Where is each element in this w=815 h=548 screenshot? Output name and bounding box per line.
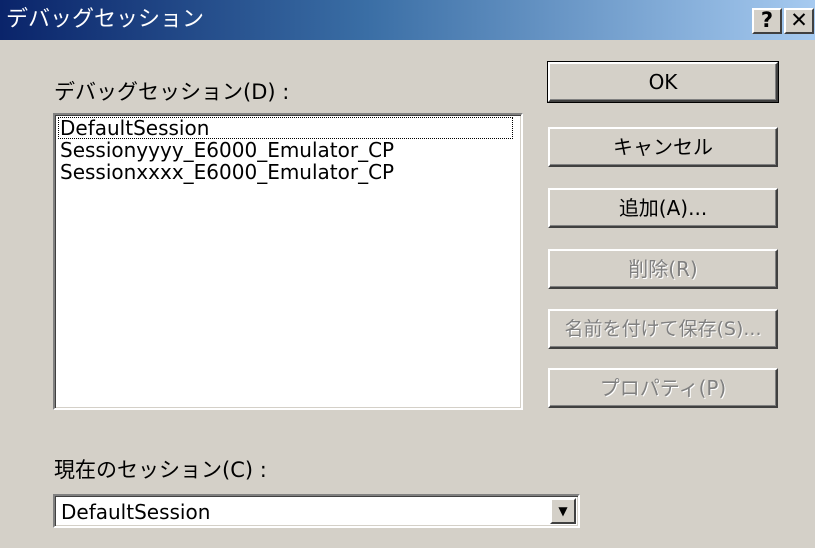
current-session-label: 現在のセッション(C) :	[54, 458, 267, 482]
window-title: デバッグセッション	[6, 7, 205, 32]
current-session-dropdown[interactable]: DefaultSession ▼	[53, 494, 580, 528]
list-item[interactable]: DefaultSession	[58, 117, 513, 139]
sessions-label: デバッグセッション(D) :	[54, 80, 290, 104]
close-button[interactable]: ✕	[784, 8, 814, 34]
dropdown-arrow-icon[interactable]: ▼	[550, 498, 576, 524]
cancel-button[interactable]: キャンセル	[548, 127, 778, 167]
properties-button[interactable]: プロパティ(P)	[548, 368, 778, 408]
list-item[interactable]: Sessionyyyy_E6000_Emulator_CP	[58, 139, 518, 161]
sessions-listbox[interactable]: DefaultSession Sessionyyyy_E6000_Emulato…	[53, 113, 523, 410]
list-item[interactable]: Sessionxxxx_E6000_Emulator_CP	[58, 161, 518, 183]
help-button[interactable]: ?	[752, 8, 782, 34]
title-bar: デバッグセッション ? ✕	[0, 0, 815, 40]
save-as-button[interactable]: 名前を付けて保存(S)...	[548, 309, 778, 349]
current-session-value: DefaultSession	[61, 500, 211, 524]
delete-button[interactable]: 削除(R)	[548, 249, 778, 289]
add-button[interactable]: 追加(A)...	[548, 188, 778, 228]
ok-button[interactable]: OK	[547, 61, 779, 103]
